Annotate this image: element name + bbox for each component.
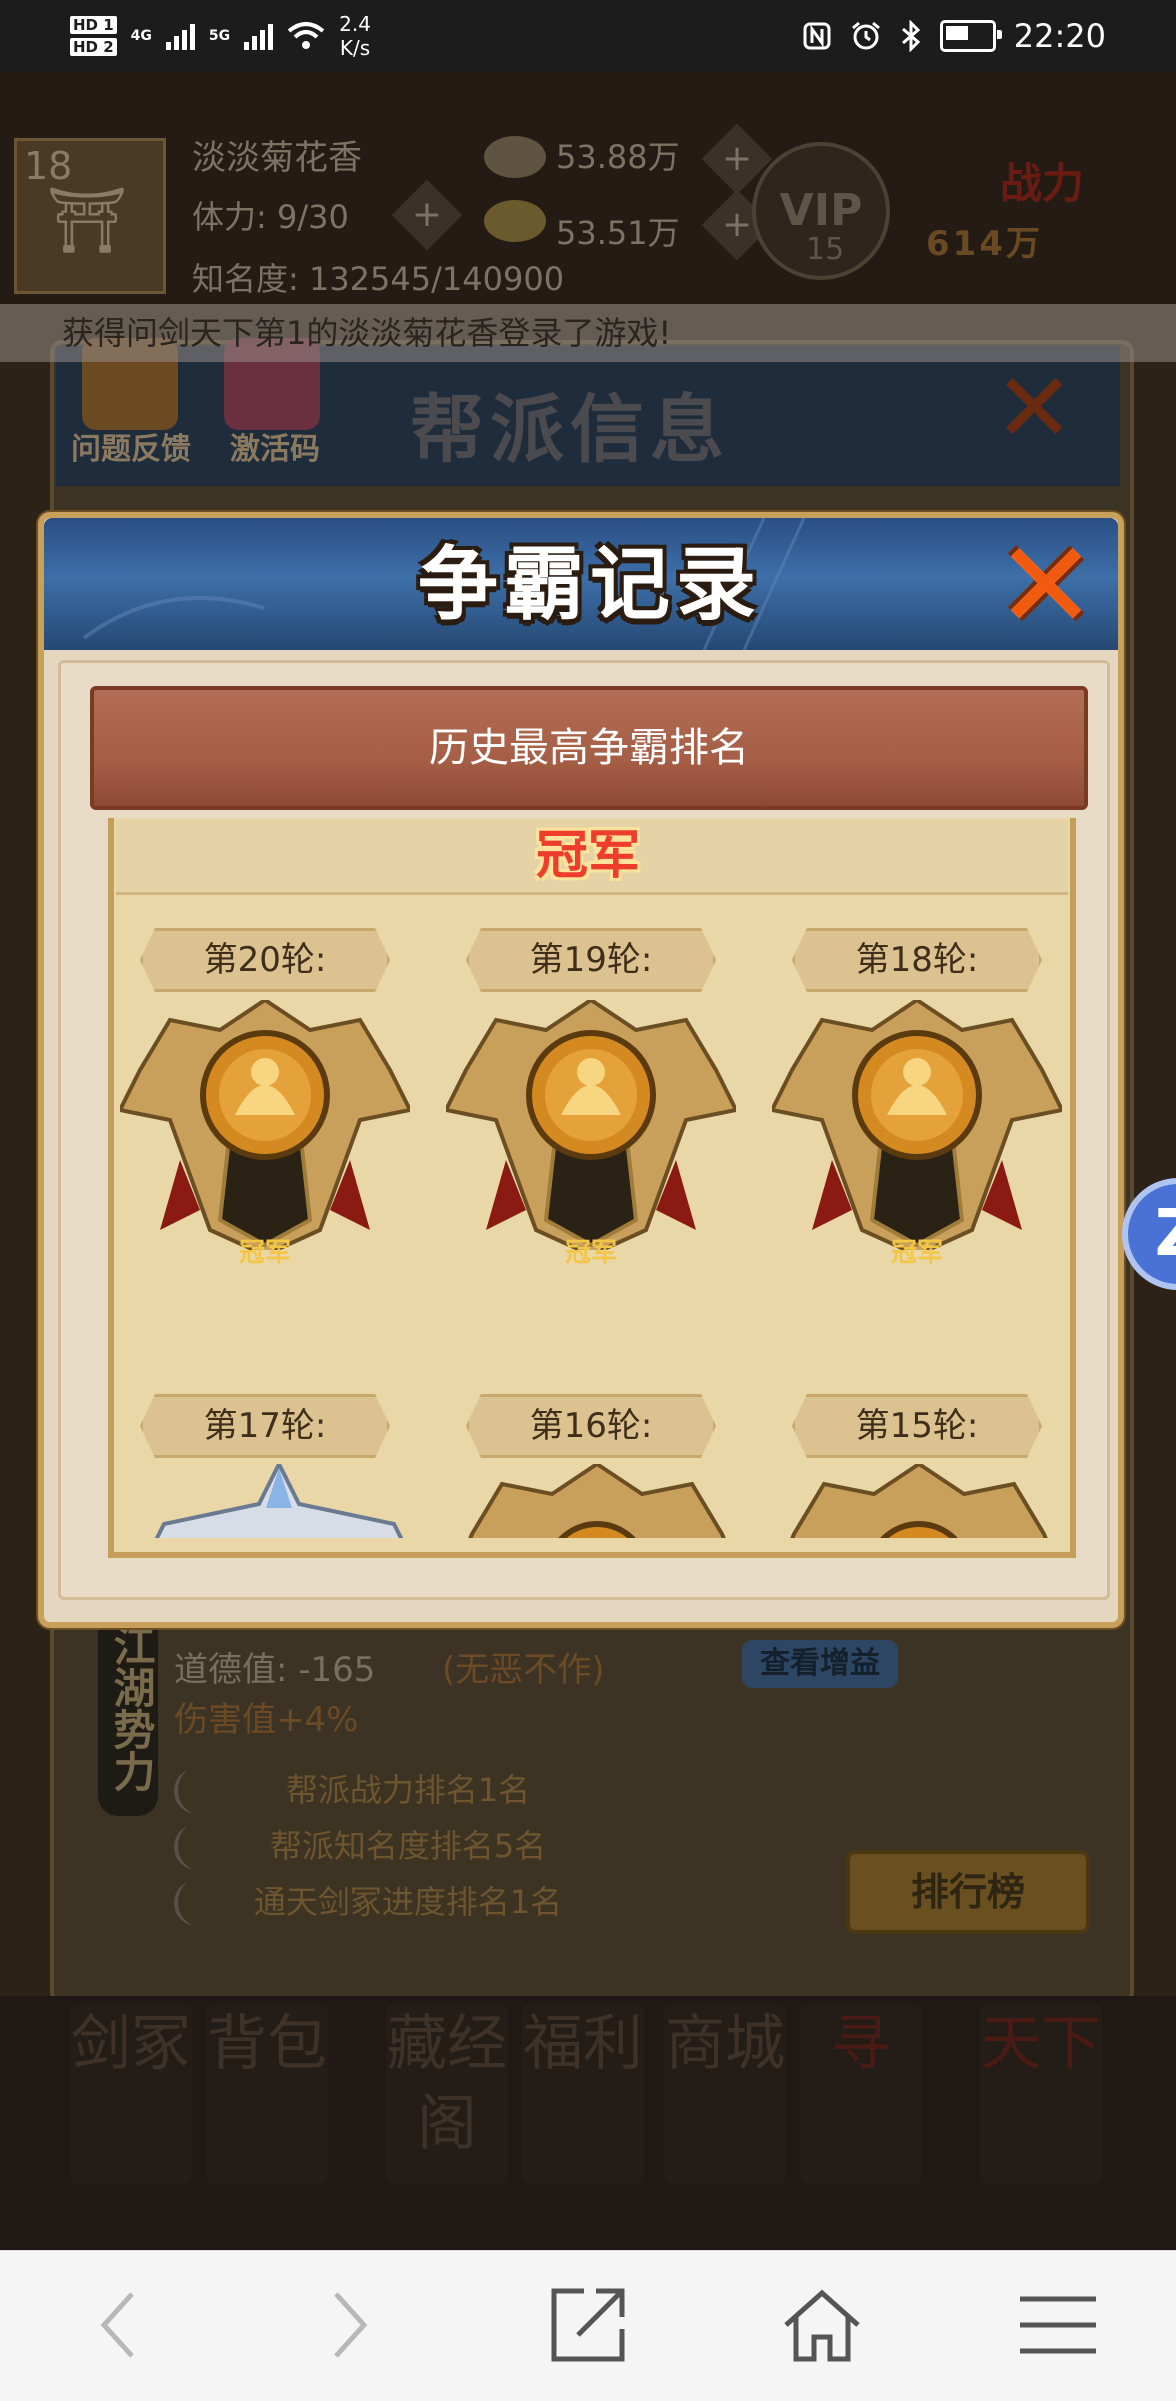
add-stamina-button[interactable]: + (391, 179, 463, 251)
home-button[interactable] (772, 2280, 872, 2370)
round-label-18: 第18轮: (792, 928, 1042, 992)
activation-label[interactable]: 激活码 (220, 424, 330, 468)
signal-icon (165, 22, 195, 50)
net-speed: 2.4 K/s (339, 12, 371, 60)
round-label-20: 第20轮: (140, 928, 390, 992)
champion-medal-icon[interactable] (774, 1464, 1064, 1538)
round-label-16: 第16轮: (466, 1394, 716, 1458)
vip-label: VIP (779, 185, 863, 236)
power-label: 战力 (1000, 159, 1085, 208)
guild-info-title: 帮派信息 (410, 387, 730, 473)
close-icon[interactable]: ✕ (986, 527, 1106, 647)
view-bonus-button[interactable]: 查看增益 (742, 1640, 898, 1688)
chevron-right-icon (334, 2292, 368, 2358)
round-label-15: 第15轮: (792, 1394, 1042, 1458)
round-label-17: 第17轮: (140, 1394, 390, 1458)
alarm-icon (851, 21, 880, 50)
sim2-label: HD 2 (70, 38, 117, 56)
champion-section-title: 冠军 (535, 826, 640, 886)
menu-welfare[interactable]: 福利 (522, 2004, 644, 2184)
back-button[interactable] (68, 2280, 168, 2370)
champion-medal-icon[interactable] (446, 1000, 736, 1250)
network-5g-label: 5G (208, 28, 231, 44)
hamburger-menu-icon (1020, 2296, 1096, 2354)
share-icon (551, 2288, 625, 2362)
battery-icon (939, 20, 1002, 52)
leaderboard-button[interactable]: 排行榜 (846, 1850, 1090, 1934)
player-level: 18 (24, 144, 73, 188)
signal-icon-2 (244, 22, 274, 50)
sim1-label: HD 1 (70, 16, 117, 34)
menu-sword-tomb[interactable]: 剑冢 (70, 2004, 192, 2184)
damage-bonus: 伤害值+4% (174, 1700, 359, 1740)
round-label-19: 第19轮: (466, 928, 716, 992)
network-4g-label: 4G (130, 28, 152, 44)
net-speed-value: 2.4 (339, 12, 371, 36)
status-bar: HD 1 HD 2 4G 5G 2.4 K/s 22:20 (0, 0, 1176, 72)
nfc-icon (803, 22, 831, 50)
silver-ingot-icon (484, 136, 546, 178)
champion-medal-icon[interactable] (772, 1000, 1062, 1250)
faction-label: 江湖势力 (98, 1600, 158, 1816)
morality-note: (无恶不作) (442, 1650, 605, 1690)
player-name: 淡淡菊花香 (192, 138, 362, 178)
menu-world[interactable]: 天下 (980, 2004, 1102, 2184)
vip-level: 15 (806, 232, 845, 267)
guild-close-icon[interactable]: ✕ (994, 352, 1074, 464)
currency-silver: 53.88万 (556, 138, 680, 176)
clock: 22:20 (1013, 17, 1106, 55)
gold-ingot-icon (484, 200, 546, 242)
silver-medal-icon[interactable] (134, 1464, 424, 1538)
morality-value: 道德值: -165 (174, 1650, 376, 1690)
medal-row-partial (114, 1464, 1070, 1538)
home-icon (784, 2289, 860, 2362)
pagoda-icon: ⛩ (46, 184, 128, 258)
modal-title: 争霸记录 (418, 538, 762, 631)
broadcast-banner: 获得问剑天下第1的淡淡菊花香登录了游戏! (0, 304, 1176, 362)
power-value: 614万 (926, 224, 1043, 264)
rank-guild-power: 帮派战力排名1名 (178, 1764, 638, 1816)
sim-indicators: HD 1 HD 2 (70, 16, 117, 56)
wifi-icon (287, 22, 325, 49)
medal-label: 冠军 (890, 1238, 943, 1268)
menu-shop[interactable]: 商城 (664, 2004, 786, 2184)
medal-label: 冠军 (564, 1238, 617, 1268)
menu-library[interactable]: 藏经阁 (386, 2004, 508, 2184)
menu-seek[interactable]: 寻 (800, 2004, 922, 2184)
menu-button[interactable] (1008, 2280, 1108, 2370)
champion-medal-icon[interactable] (452, 1464, 742, 1538)
player-stamina: 体力: 9/30 (192, 198, 349, 236)
rank-sword-tomb: 通天剑冢进度排名1名 (178, 1876, 638, 1928)
medal-label: 冠军 (238, 1238, 291, 1268)
net-speed-unit: K/s (339, 36, 371, 60)
subtitle-ribbon: 历史最高争霸排名 (90, 686, 1088, 810)
rank-guild-fame: 帮派知名度排名5名 (178, 1820, 638, 1872)
champion-medal-icon[interactable] (120, 1000, 410, 1250)
currency-gold: 53.51万 (556, 214, 680, 252)
menu-backpack[interactable]: 背包 (206, 2004, 328, 2184)
player-fame: 知名度: 132545/140900 (192, 260, 565, 298)
bluetooth-icon (901, 20, 920, 52)
chevron-left-icon (100, 2292, 134, 2358)
forward-button[interactable] (300, 2280, 400, 2370)
feedback-label[interactable]: 问题反馈 (66, 424, 196, 468)
broadcast-text: 获得问剑天下第1的淡淡菊花香登录了游戏! (62, 314, 672, 352)
share-button[interactable] (538, 2280, 638, 2370)
